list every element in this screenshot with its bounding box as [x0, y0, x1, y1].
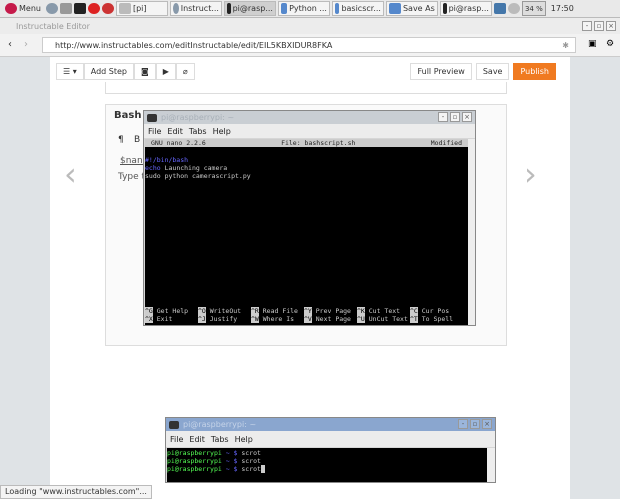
- browser-launcher-icon[interactable]: [45, 3, 58, 14]
- terminal-line: pi@raspberrypi ~ $ scrot: [167, 449, 261, 457]
- shortcut: ^R Read File: [251, 307, 298, 315]
- menu-file[interactable]: File: [148, 127, 161, 136]
- terminal-icon: [147, 113, 157, 122]
- task-instructables[interactable]: Instruct...: [169, 1, 222, 16]
- full-preview-button[interactable]: Full Preview: [410, 62, 472, 80]
- close-button[interactable]: ×: [482, 419, 492, 429]
- file-manager-icon[interactable]: [59, 3, 72, 14]
- forward-button[interactable]: ›: [24, 39, 28, 50]
- terminal-screen[interactable]: pi@raspberrypi ~ $ scrot pi@raspberrypi …: [167, 448, 487, 482]
- terminal-icon: [442, 3, 447, 14]
- code-line: #!/bin/bash: [145, 156, 189, 164]
- terminal-titlebar: pi@raspberrypi: ~ - ▫ ×: [144, 111, 475, 124]
- terminal-screen[interactable]: GNU nano 2.2.6 File: bashscript.sh Modifie…: [145, 139, 468, 325]
- window-icon: [280, 3, 288, 14]
- raspberry-icon: [5, 3, 17, 14]
- url-input[interactable]: http://www.instructables.com/editInstruc…: [42, 37, 576, 53]
- menu-edit[interactable]: Edit: [167, 127, 183, 136]
- task-terminal-1[interactable]: pi@rasp...: [223, 1, 276, 16]
- maximize-button[interactable]: ▫: [450, 112, 460, 122]
- shortcut: ^O WriteOut: [198, 307, 242, 315]
- terminal-icon: [226, 3, 231, 14]
- terminal-line: pi@raspberrypi ~ $ scrot: [167, 465, 487, 473]
- bookmark-icon[interactable]: ▣: [588, 39, 597, 49]
- terminal-icon: [169, 420, 179, 429]
- shortcut: ^V Next Page: [304, 315, 351, 323]
- menu-tabs[interactable]: Tabs: [189, 127, 207, 136]
- terminal-menubar: File Edit Tabs Help: [166, 431, 495, 447]
- globe-icon: [172, 3, 179, 14]
- add-step-button[interactable]: Add Step: [83, 62, 134, 80]
- menu-tabs[interactable]: Tabs: [211, 435, 229, 444]
- minimize-button[interactable]: -: [582, 21, 592, 31]
- intro-card: [105, 82, 507, 94]
- attach-icon[interactable]: ⌀: [175, 62, 195, 80]
- mathematica-icon[interactable]: [87, 3, 100, 14]
- maximize-button[interactable]: ▫: [470, 419, 480, 429]
- terminal-line: pi@raspberrypi ~ $ scrot: [167, 457, 261, 465]
- wolfram-icon[interactable]: [101, 3, 114, 14]
- maximize-button[interactable]: ▫: [594, 21, 604, 31]
- minimize-button[interactable]: -: [438, 112, 448, 122]
- volume-icon[interactable]: [507, 3, 520, 14]
- task-basicscript[interactable]: basicscr...: [331, 1, 384, 16]
- terminal-titlebar: pi@raspberrypi: ~ - ▫ ×: [166, 418, 495, 431]
- shortcut: ^W Where Is: [251, 315, 295, 323]
- save-button[interactable]: Save: [475, 62, 510, 80]
- shortcut: ^U UnCut Text: [357, 315, 408, 323]
- window-icon: [334, 3, 340, 14]
- editor-toolbar: ☰ ▾ Add Step ◙ ▶ ⌀ Full Preview Save Pub…: [50, 60, 570, 82]
- window-titlebar: Instructable Editor - ▫ ×: [0, 18, 620, 34]
- scrollbar[interactable]: [487, 448, 495, 482]
- settings-icon[interactable]: ⚙: [606, 39, 614, 49]
- folder-icon: [118, 3, 131, 14]
- close-button[interactable]: ×: [462, 112, 472, 122]
- task-pi[interactable]: [pi]: [115, 1, 168, 16]
- nano-shortcuts: ^G Get Help ^O WriteOut ^R Read File ^Y …: [145, 307, 468, 323]
- shortcut: ^T To Spell: [410, 315, 454, 323]
- menu-help[interactable]: Help: [213, 127, 231, 136]
- clock: 17:50: [550, 4, 574, 13]
- terminal-launcher-icon[interactable]: [73, 3, 86, 14]
- network-icon[interactable]: [493, 3, 506, 14]
- task-terminal-2[interactable]: pi@rasp...: [439, 1, 492, 16]
- shortcut: ^K Cut Text: [357, 307, 401, 315]
- task-save-as[interactable]: Save As: [385, 1, 438, 16]
- video-icon[interactable]: ▶: [155, 62, 176, 80]
- terminal-window: pi@raspberrypi: ~ - ▫ × File Edit Tabs Help p…: [165, 417, 496, 483]
- terminal-menubar: File Edit Tabs Help: [144, 124, 475, 138]
- menu-help[interactable]: Help: [235, 435, 253, 444]
- shortcut: ^G Get Help: [145, 307, 189, 315]
- close-button[interactable]: ×: [606, 21, 616, 31]
- code-line: echo Launching camera: [145, 164, 228, 172]
- prev-step-arrow[interactable]: ‹: [64, 155, 77, 193]
- shortcut: ^J Justify: [198, 315, 238, 323]
- menu-file[interactable]: File: [170, 435, 183, 444]
- shortcut: ^C Cur Pos: [410, 307, 450, 315]
- shortcut: ^Y Prev Page: [304, 307, 351, 315]
- task-python[interactable]: Python ...: [277, 1, 330, 16]
- menu-button[interactable]: Menu: [2, 1, 44, 16]
- nano-terminal-window: pi@raspberrypi: ~ - ▫ × File Edit Tabs Help G…: [143, 110, 476, 326]
- taskbar: Menu [pi] Instruct... pi@rasp... Python …: [0, 0, 620, 18]
- window-title: Instructable Editor: [16, 21, 90, 31]
- status-bar: Loading "www.instructables.com"...: [0, 485, 152, 499]
- scrollbar[interactable]: [468, 139, 475, 325]
- cpu-monitor: 34 %: [521, 1, 546, 16]
- minimize-button[interactable]: -: [458, 419, 468, 429]
- code-line: sudo python camerascript.py: [145, 172, 251, 180]
- paragraph-button[interactable]: ¶: [118, 135, 124, 145]
- next-step-arrow[interactable]: ›: [524, 155, 537, 193]
- bold-button[interactable]: B: [134, 135, 140, 145]
- list-menu-button[interactable]: ☰ ▾: [56, 62, 84, 80]
- back-button[interactable]: ‹: [8, 39, 12, 50]
- camera-icon[interactable]: ◙: [133, 62, 156, 80]
- nano-header: GNU nano 2.2.6 File: bashscript.sh Modifie…: [145, 139, 468, 147]
- publish-button[interactable]: Publish: [513, 62, 556, 80]
- shortcut: ^X Exit: [145, 315, 173, 323]
- window-icon: [388, 3, 401, 14]
- reload-icon[interactable]: ✱: [562, 41, 569, 50]
- menu-edit[interactable]: Edit: [189, 435, 205, 444]
